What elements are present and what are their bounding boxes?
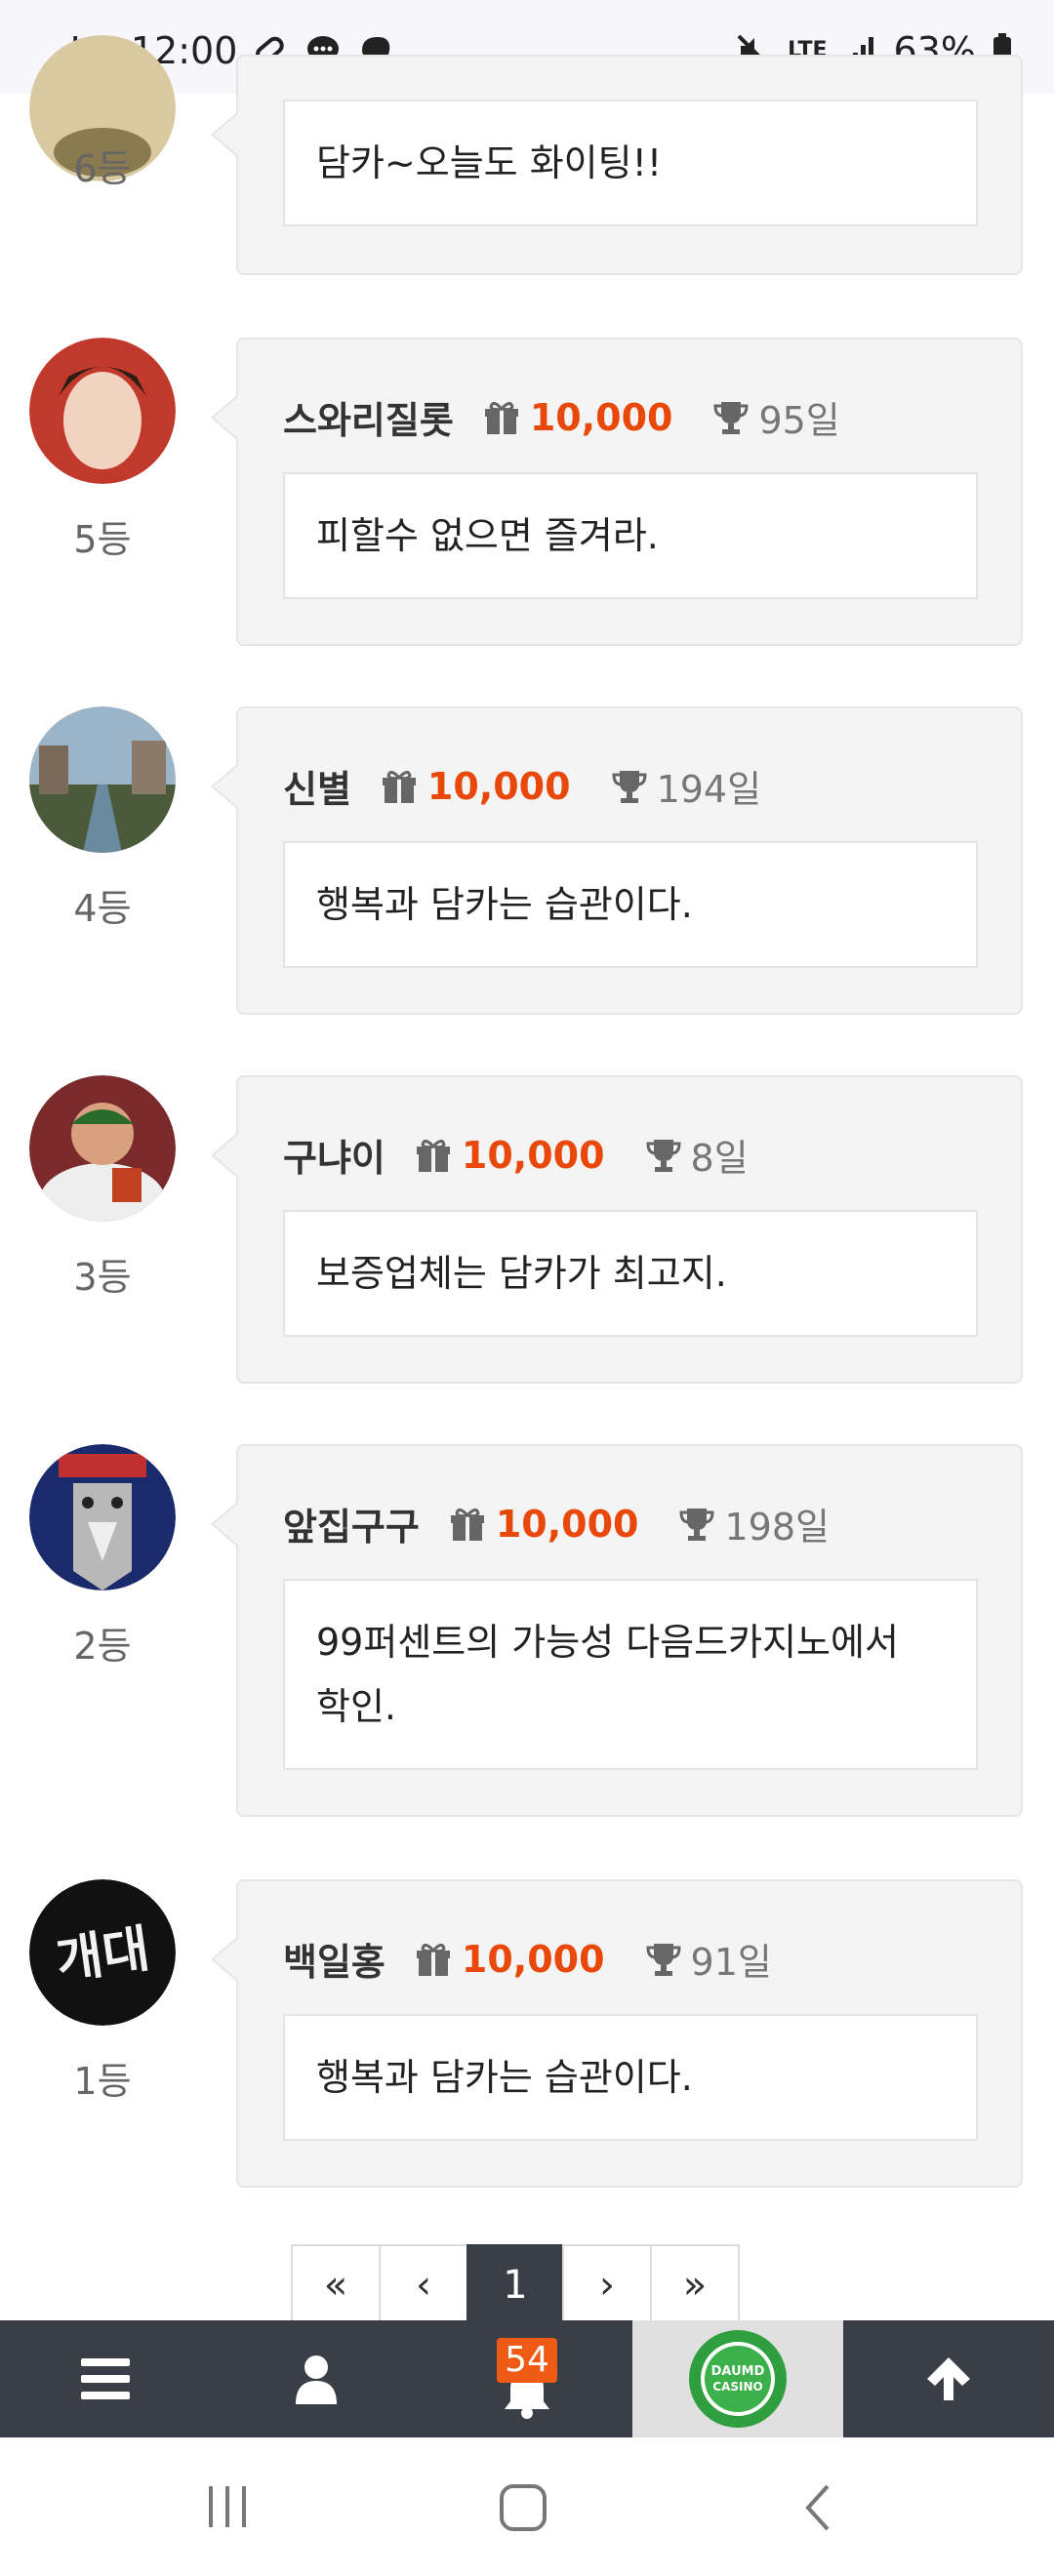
rank-label: 1등 bbox=[73, 2060, 132, 2103]
attendance-days: 198일 bbox=[724, 1506, 830, 1549]
scroll-top-button[interactable] bbox=[843, 2320, 1054, 2437]
page-last-button[interactable]: » bbox=[650, 2244, 740, 2326]
page-first-button[interactable]: « bbox=[291, 2244, 381, 2326]
arrow-up-icon bbox=[927, 2357, 970, 2400]
points-value: 10,000 bbox=[495, 1502, 639, 1546]
avatar[interactable] bbox=[29, 1444, 176, 1590]
points-value: 10,000 bbox=[461, 1133, 605, 1177]
points-value: 10,000 bbox=[529, 395, 673, 439]
rank-label: 2등 bbox=[73, 1625, 132, 1668]
menu-button[interactable] bbox=[0, 2320, 211, 2437]
home-icon[interactable] bbox=[498, 2482, 548, 2533]
rank-label: 5등 bbox=[73, 518, 132, 561]
message-text-line2: 학인. bbox=[316, 1685, 396, 1728]
message-text: 보증업체는 담카가 최고지. bbox=[316, 1252, 727, 1295]
points-value: 10,000 bbox=[461, 1937, 605, 1981]
screen: { "status_bar": { "carrier": "U⁺", "time… bbox=[0, 0, 1054, 2576]
points-value: 10,000 bbox=[426, 764, 571, 808]
attendance-days: 91일 bbox=[690, 1941, 772, 1984]
rank-label: 6등 bbox=[73, 147, 132, 190]
message-text: 피할수 없으면 즐겨라. bbox=[316, 514, 659, 557]
comment-meta: 백일홍 10,000 91일 bbox=[283, 1932, 772, 1986]
gift-icon bbox=[382, 770, 416, 803]
page-current-button[interactable]: 1 bbox=[466, 2244, 564, 2326]
page-next-button[interactable]: › bbox=[562, 2244, 652, 2326]
comment-meta: 앞집구구 10,000 198일 bbox=[283, 1497, 830, 1550]
gift-icon bbox=[450, 1508, 484, 1541]
message-text: 행복과 담카는 습관이다. bbox=[316, 2056, 693, 2099]
comment-message: 보증업체는 담카가 최고지. bbox=[283, 1210, 978, 1337]
avatar[interactable] bbox=[29, 706, 176, 853]
svg-text:CASINO: CASINO bbox=[712, 2380, 762, 2394]
message-text: 행복과 담카는 습관이다. bbox=[316, 883, 693, 926]
avatar[interactable] bbox=[29, 338, 176, 484]
svg-text:DAUMD: DAUMD bbox=[711, 2364, 765, 2379]
comment-card: 구냐이 10,000 8일 보증업체는 담카가 최고지. bbox=[211, 1075, 1023, 1384]
comment-message: 담카~오늘도 화이팅!! bbox=[283, 100, 978, 226]
casino-logo-button[interactable]: DAUMD CASINO bbox=[632, 2320, 843, 2437]
comment-message: 행복과 담카는 습관이다. bbox=[283, 2014, 978, 2141]
trophy-icon bbox=[713, 401, 749, 434]
rank-label: 4등 bbox=[73, 887, 132, 930]
back-icon[interactable] bbox=[796, 2482, 839, 2533]
bottom-nav: 54 DAUMD CASINO bbox=[0, 2320, 1054, 2437]
avatar[interactable] bbox=[29, 1075, 176, 1222]
trophy-icon bbox=[646, 1139, 681, 1172]
gift-icon bbox=[416, 1943, 450, 1976]
comment-message: 피할수 없으면 즐겨라. bbox=[283, 472, 978, 599]
comment-meta: 구냐이 10,000 8일 bbox=[283, 1128, 749, 1182]
casino-logo: DAUMD CASINO bbox=[689, 2330, 787, 2428]
nickname[interactable]: 앞집구구 bbox=[283, 1497, 420, 1550]
avatar[interactable]: 개대 bbox=[29, 1879, 176, 2026]
gift-icon bbox=[484, 401, 518, 434]
notifications-button[interactable]: 54 bbox=[422, 2320, 632, 2437]
attendance-days: 95일 bbox=[758, 399, 840, 442]
comment-card: 앞집구구 10,000 198일 99퍼센트의 가능성 다음드카지노에서 학인. bbox=[211, 1444, 1023, 1817]
nickname[interactable]: 백일홍 bbox=[283, 1932, 385, 1986]
notification-badge: 54 bbox=[497, 2338, 557, 2383]
comment-meta: 스와리질롯 10,000 95일 bbox=[283, 390, 840, 444]
gift-icon bbox=[416, 1139, 450, 1172]
comment-card: 백일홍 10,000 91일 행복과 담카는 습관이다. bbox=[211, 1879, 1023, 2188]
rank-label: 3등 bbox=[73, 1256, 132, 1299]
trophy-icon bbox=[679, 1508, 714, 1541]
comment-card: 스와리질롯 10,000 95일 피할수 없으면 즐겨라. bbox=[211, 338, 1023, 646]
attendance-days: 194일 bbox=[656, 768, 762, 811]
message-text: 담카~오늘도 화이팅!! bbox=[316, 141, 663, 184]
comment-meta: 신별 10,000 194일 bbox=[283, 759, 761, 813]
comment-card: 신별 10,000 194일 행복과 담카는 습관이다. bbox=[211, 706, 1023, 1015]
page-prev-button[interactable]: ‹ bbox=[379, 2244, 468, 2326]
menu-icon bbox=[81, 2358, 130, 2399]
trophy-icon bbox=[646, 1943, 681, 1976]
pagination: « ‹ 1 › » bbox=[291, 2244, 740, 2326]
nickname[interactable]: 스와리질롯 bbox=[283, 390, 454, 444]
user-icon bbox=[296, 2355, 337, 2404]
recents-icon[interactable] bbox=[203, 2482, 252, 2531]
comment-message: 99퍼센트의 가능성 다음드카지노에서 학인. bbox=[283, 1579, 978, 1770]
comment-card: 담카~오늘도 화이팅!! bbox=[211, 55, 1023, 275]
message-text-line1: 99퍼센트의 가능성 다음드카지노에서 bbox=[316, 1621, 899, 1664]
nickname[interactable]: 구냐이 bbox=[283, 1128, 385, 1182]
system-nav-bar bbox=[0, 2437, 1054, 2576]
trophy-icon bbox=[612, 770, 647, 803]
attendance-days: 8일 bbox=[690, 1137, 749, 1180]
comment-message: 행복과 담카는 습관이다. bbox=[283, 841, 978, 968]
nickname[interactable]: 신별 bbox=[283, 759, 351, 813]
profile-button[interactable] bbox=[211, 2320, 422, 2437]
